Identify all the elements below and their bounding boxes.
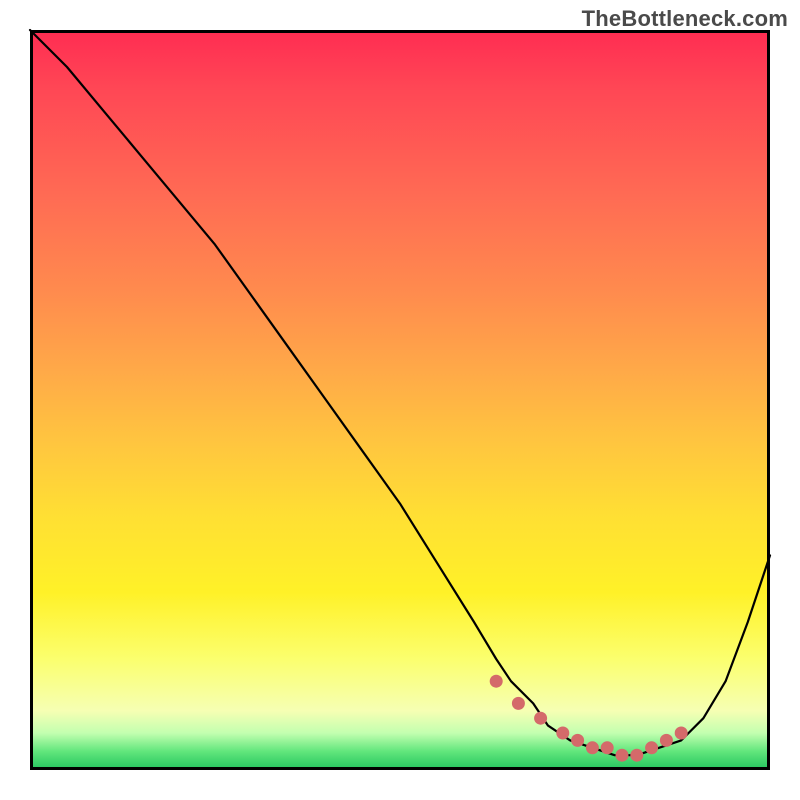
marker-dot (534, 712, 547, 725)
marker-dot (675, 727, 688, 740)
marker-dot (586, 741, 599, 754)
marker-dot (571, 734, 584, 747)
marker-dot (512, 697, 525, 710)
marker-dot (616, 749, 629, 762)
marker-dot (490, 675, 503, 688)
chart-overlay (30, 30, 770, 770)
highlight-markers (490, 675, 688, 762)
marker-dot (630, 749, 643, 762)
marker-dot (601, 741, 614, 754)
chart-canvas: TheBottleneck.com (0, 0, 800, 800)
marker-dot (556, 727, 569, 740)
watermark-text: TheBottleneck.com (582, 6, 788, 32)
marker-dot (645, 741, 658, 754)
bottleneck-curve (30, 30, 770, 755)
marker-dot (660, 734, 673, 747)
